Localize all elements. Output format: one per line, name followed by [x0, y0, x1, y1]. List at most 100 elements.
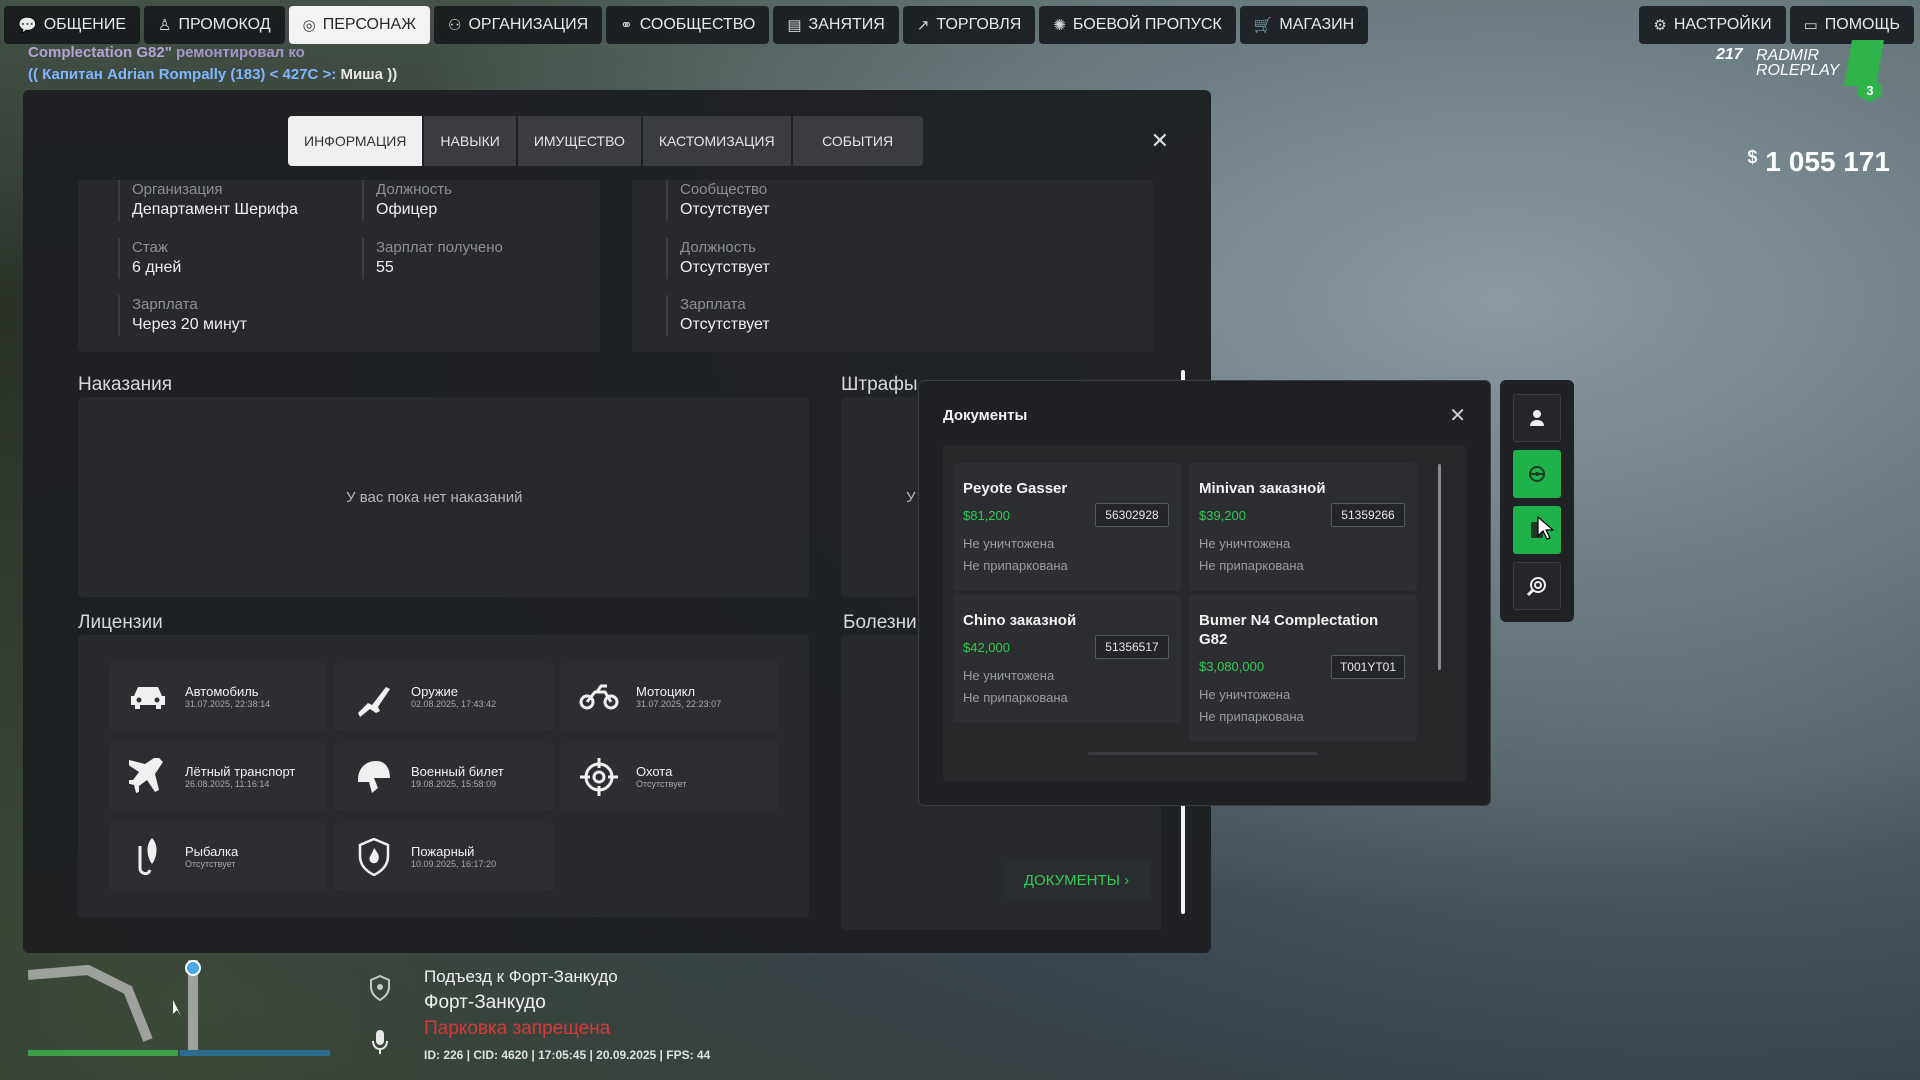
license-item[interactable]: Лётный транспорт 26.08.2025, 11:16:14 — [109, 743, 327, 811]
side-menu — [1500, 380, 1574, 622]
punishments-title: Наказания — [78, 374, 173, 395]
vehicle-status-destroyed: Не уничтожена — [1199, 687, 1291, 702]
vehicle-status-parked: Не припаркована — [963, 690, 1068, 705]
rifle-icon — [353, 676, 395, 718]
documents-popup: Документы ✕ Peyote Gasser $81,200 56302928… — [918, 380, 1491, 806]
crosshair-icon — [578, 756, 620, 798]
license-date: 31.07.2025, 22:38:14 — [185, 699, 271, 709]
nav-button-1[interactable]: ♙ ПРОМОКОД — [144, 6, 285, 44]
microphone-icon — [362, 1024, 398, 1060]
cart-icon: 🛒 — [1253, 17, 1273, 34]
vehicle-card[interactable]: Bumer N4 Complectation G82 $3,080,000 T001… — [1189, 595, 1417, 741]
steering-wheel-button[interactable] — [1513, 450, 1561, 498]
health-bar — [28, 1050, 178, 1056]
license-text: Лётный транспорт 26.08.2025, 11:16:14 — [185, 764, 295, 790]
help-icon: ▭ — [1803, 17, 1818, 34]
vehicle-plate: T001YT01 — [1331, 655, 1405, 679]
license-text: Пожарный 10.09.2025, 16:17:20 — [411, 844, 496, 870]
license-date: 26.08.2025, 11:16:14 — [185, 779, 270, 789]
documents-hscrollbar[interactable] — [1088, 752, 1318, 755]
tab-skills[interactable]: НАВЫКИ — [424, 116, 516, 166]
license-name: Военный билет — [411, 764, 504, 779]
tab-events[interactable]: СОБЫТИЯ — [792, 116, 923, 166]
license-date: 19.08.2025, 15:58:09 — [411, 779, 497, 789]
location-info: Подъезд к Форт-Занкудо Форт-Занкудо Парк… — [424, 964, 618, 1042]
gear-badge-icon: ✺ — [1053, 17, 1066, 34]
org-salary-field: Зарплата Через 20 минут — [118, 295, 247, 336]
license-item[interactable]: Автомобиль 31.07.2025, 22:38:14 — [109, 663, 327, 731]
tab-property[interactable]: ИМУЩЕСТВО — [517, 116, 641, 166]
diseases-title: Болезни — [843, 612, 917, 633]
parking-warning: Парковка запрещена — [424, 1018, 611, 1039]
community-position-field: Должность Отсутствует — [666, 238, 770, 279]
nav-button-0[interactable]: ⚙ НАСТРОЙКИ — [1639, 6, 1786, 44]
nav-button-2[interactable]: ◎ ПЕРСОНАЖ — [288, 6, 430, 44]
minimap — [28, 960, 201, 1050]
nav-label: СООБЩЕСТВО — [639, 16, 756, 33]
nav-button-4[interactable]: ⚭ СООБЩЕСТВО — [606, 6, 770, 44]
license-text: Рыбалка Отсутствует — [185, 844, 238, 870]
vehicle-status: Не уничтожена Не припаркована — [1199, 533, 1407, 577]
org-icon: ⚇ — [448, 17, 462, 34]
vehicle-card[interactable]: Chino заказной $42,000 51356517 Не уничтоже… — [953, 595, 1181, 723]
vehicle-card[interactable]: Minivan заказной $39,200 51359266 Не уничто… — [1189, 463, 1417, 591]
license-date: 10.09.2025, 16:17:20 — [411, 859, 497, 869]
license-name: Мотоцикл — [636, 684, 696, 699]
documents-button[interactable]: ДОКУМЕНТЫ › — [1003, 860, 1150, 900]
license-item[interactable]: Мотоцикл 31.07.2025, 22:23:07 — [560, 663, 778, 731]
license-name: Охота — [636, 764, 673, 779]
nav-button-3[interactable]: ⚇ ОРГАНИЗАЦИЯ — [434, 6, 603, 44]
vehicle-list: Peyote Gasser $81,200 56302928 Не уничтожен… — [943, 445, 1466, 781]
license-text: Охота Отсутствует — [636, 764, 686, 790]
user-icon: ◎ — [302, 17, 316, 34]
vehicle-name: Bumer N4 Complectation G82 — [1199, 612, 1379, 648]
chat-icon: 💬 — [18, 17, 37, 34]
person-button[interactable] — [1513, 394, 1561, 442]
zone-name: Форт-Занкудо — [424, 992, 546, 1013]
nav-button-5[interactable]: ▤ ЗАНЯТИЯ — [773, 6, 899, 44]
nav-button-8[interactable]: 🛒 МАГАЗИН — [1239, 6, 1369, 44]
vehicle-status-destroyed: Не уничтожена — [963, 536, 1055, 551]
community-card: Сообщество Отсутствует Должность Отсутству… — [632, 180, 1154, 352]
vehicle-status-parked: Не припаркована — [963, 558, 1068, 573]
vehicle-plate: 51356517 — [1095, 635, 1169, 659]
vehicle-status-destroyed: Не уничтожена — [963, 668, 1055, 683]
license-item[interactable]: Рыбалка Отсутствует — [109, 823, 327, 891]
nav-button-6[interactable]: ↗ ТОРГОВЛЯ — [902, 6, 1036, 44]
documents-title: Документы — [943, 407, 1028, 424]
license-item[interactable]: Военный билет 19.08.2025, 15:58:09 — [335, 743, 553, 811]
level-number: 217 — [1716, 46, 1743, 63]
nav-button-7[interactable]: ✺ БОЕВОЙ ПРОПУСК — [1039, 6, 1236, 44]
licenses-card: Автомобиль 31.07.2025, 22:38:14 Оружие 02.0… — [78, 635, 809, 917]
license-name: Пожарный — [411, 844, 475, 859]
vehicle-status-destroyed: Не уничтожена — [1199, 536, 1291, 551]
tab-information[interactable]: ИНФОРМАЦИЯ — [288, 116, 423, 166]
brand-name: RADMIR ROLEPLAY — [1756, 47, 1840, 79]
person-icon: ♙ — [158, 17, 172, 34]
license-item[interactable]: Охота Отсутствует — [560, 743, 778, 811]
shield-icon — [362, 970, 398, 1006]
clipboard-icon: ▤ — [787, 17, 802, 34]
org-tenure-field: Стаж 6 дней — [118, 238, 181, 279]
vehicle-card[interactable]: Peyote Gasser $81,200 56302928 Не уничтожен… — [953, 463, 1181, 591]
documents-scrollbar[interactable] — [1438, 464, 1441, 670]
nav-label: НАСТРОЙКИ — [1673, 16, 1772, 33]
nav-button-0[interactable]: 💬 ОБЩЕНИЕ — [4, 6, 141, 44]
search-gear-button[interactable] — [1513, 562, 1561, 610]
top-nav-right: ⚙ НАСТРОЙКИ ▭ ПОМОЩЬ — [1639, 6, 1914, 44]
vehicle-name: Minivan заказной — [1199, 480, 1326, 497]
license-item[interactable]: Оружие 02.08.2025, 17:43:42 — [335, 663, 553, 731]
org-field: Организация Департамент Шерифа — [118, 180, 298, 221]
chat-overlay: Complectation G82" ремонтировал ко (( Ка… — [28, 42, 397, 86]
license-name: Автомобиль — [185, 684, 259, 699]
nav-button-1[interactable]: ▭ ПОМОЩЬ — [1789, 6, 1914, 44]
license-item[interactable]: Пожарный 10.09.2025, 16:17:20 — [335, 823, 553, 891]
close-icon[interactable]: ✕ — [1449, 403, 1466, 428]
tab-customization[interactable]: КАСТОМИЗАЦИЯ — [642, 116, 791, 166]
vehicle-plate: 56302928 — [1095, 503, 1169, 527]
vehicle-status: Не уничтожена Не припаркована — [963, 665, 1171, 709]
vehicle-name: Peyote Gasser — [963, 480, 1068, 497]
close-icon[interactable]: ✕ — [1151, 128, 1169, 154]
license-name: Лётный транспорт — [185, 764, 296, 779]
vehicle-status: Не уничтожена Не припаркована — [963, 533, 1171, 577]
